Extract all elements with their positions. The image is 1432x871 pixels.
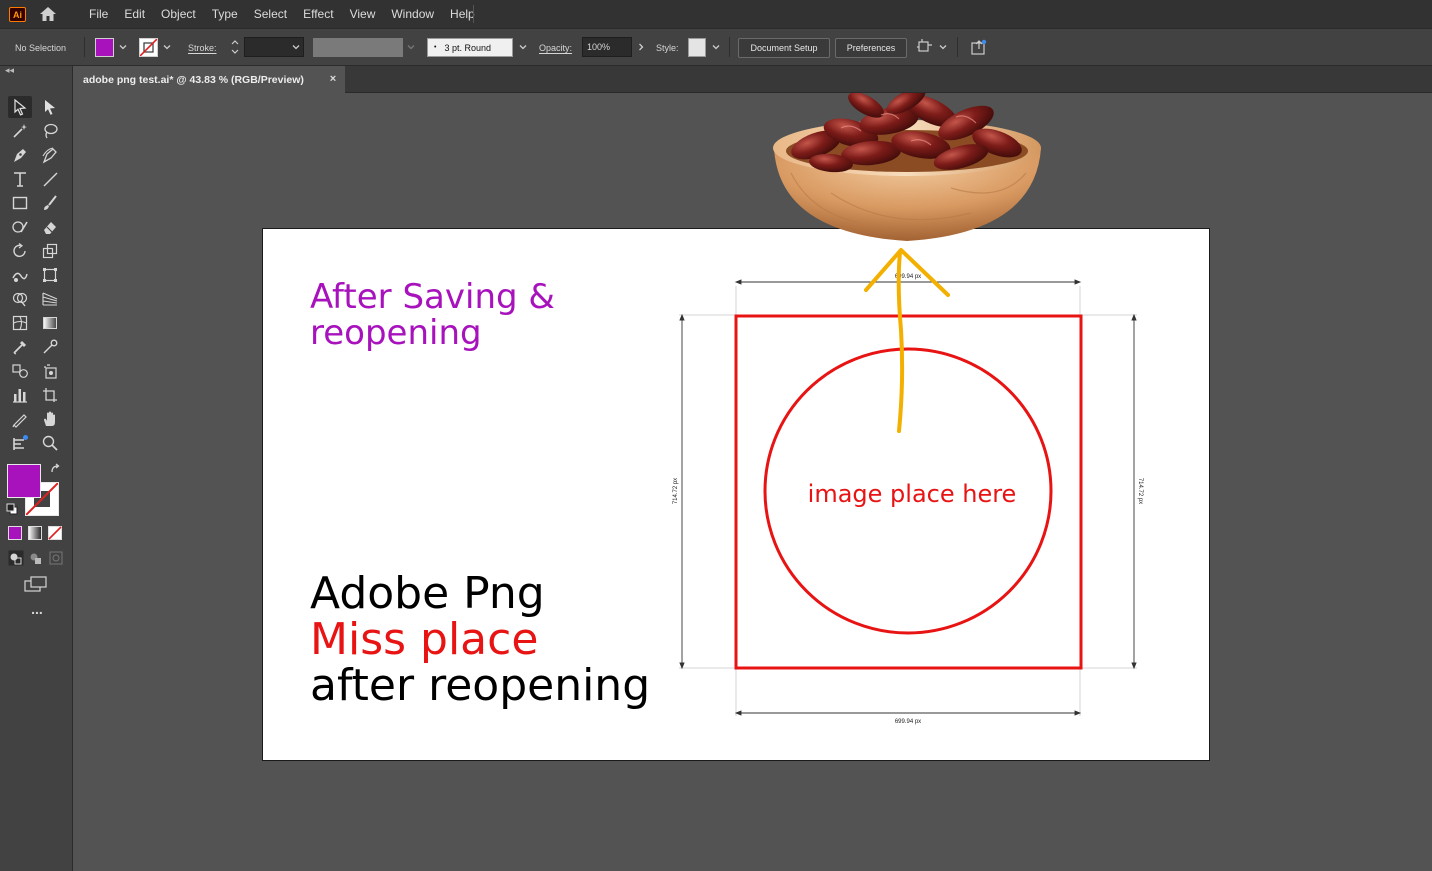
artboard[interactable]: After Saving & reopening Adobe Png Miss … [262,228,1210,761]
arrange-chevron-down-icon[interactable] [937,41,949,53]
brush-dot-icon: • [434,44,437,51]
menu-type[interactable]: Type [204,7,246,21]
paintbrush-tool-icon[interactable] [38,192,62,214]
close-icon[interactable]: × [327,73,339,85]
menu-file[interactable]: File [81,7,116,21]
toggle-screen-mode-icon[interactable] [8,432,32,454]
perspective-grid-tool-icon[interactable] [38,288,62,310]
divider [729,37,730,57]
profile-chevron-down-icon[interactable] [405,41,417,53]
divider [84,37,85,57]
preferences-button[interactable]: Preferences [835,38,907,58]
shaper-tool-icon[interactable] [8,216,32,238]
shape-builder-tool-icon[interactable] [8,288,32,310]
menu-window[interactable]: Window [383,7,442,21]
illustrator-logo: Ai [9,7,26,22]
share-export-icon[interactable] [970,38,988,56]
stroke-chevron-down-icon[interactable] [161,41,173,53]
document-tab-bar: adobe png test.ai* @ 43.83 % (RGB/Previe… [73,66,1432,93]
draw-inside-icon[interactable] [48,550,64,566]
subtitle-text[interactable]: After Saving & reopening [310,279,555,351]
opacity-input[interactable]: 100% [582,37,632,57]
hand-tool-icon[interactable] [38,408,62,430]
direct-selection-tool-icon[interactable] [38,96,62,118]
color-mode-icon[interactable] [8,526,22,540]
divider [957,37,958,57]
menu-list: File Edit Object Type Select Effect View… [81,0,483,28]
tools-panel: ◂◂ ... [0,66,73,871]
line-segment-tool-icon[interactable] [38,168,62,190]
gradient-mode-icon[interactable] [28,526,42,540]
menu-divider [473,5,474,23]
menu-view[interactable]: View [342,7,384,21]
fill-swatch[interactable] [95,38,114,57]
menu-help[interactable]: Help [442,7,483,21]
symbol-sprayer-tool-icon[interactable] [38,360,62,382]
fill-chevron-down-icon[interactable] [117,41,129,53]
slice-tool-icon[interactable] [8,408,32,430]
menu-object[interactable]: Object [153,7,204,21]
document-tab-title: adobe png test.ai* @ 43.83 % (RGB/Previe… [83,73,304,86]
draw-behind-icon[interactable] [28,550,44,566]
menu-bar: Ai File Edit Object Type Select Effect V… [0,0,1432,28]
stroke-stepper-icon[interactable] [229,37,241,57]
eyedropper-alt-icon[interactable] [38,336,62,358]
arrange-documents-icon[interactable] [916,38,934,56]
scale-tool-icon[interactable] [38,240,62,262]
stroke-label: Stroke: [188,43,217,53]
change-screen-mode-icon[interactable] [24,576,48,592]
rectangle-tool-icon[interactable] [8,192,32,214]
rotate-tool-icon[interactable] [8,240,32,262]
draw-normal-icon[interactable] [8,550,24,566]
opacity-chevron-right-icon[interactable] [635,41,647,53]
zoom-tool-icon[interactable] [38,432,62,454]
stroke-weight-chevron-down-icon[interactable] [290,41,302,53]
pen-tool-icon[interactable] [8,144,32,166]
dates-bowl-image[interactable] [771,93,1043,243]
default-fill-stroke-icon[interactable] [6,503,18,515]
selection-tool-icon[interactable] [8,96,32,118]
swap-fill-stroke-icon[interactable] [49,462,63,476]
lasso-tool-icon[interactable] [38,120,62,142]
warp-tool-icon[interactable] [8,264,32,286]
title-line-1[interactable]: Adobe Png [310,571,545,617]
column-graph-tool-icon[interactable] [8,384,32,406]
brush-chevron-down-icon[interactable] [517,41,529,53]
subtitle-line-1: After Saving & [310,277,555,317]
fill-color-swatch[interactable] [7,464,41,498]
document-tab[interactable]: adobe png test.ai* @ 43.83 % (RGB/Previe… [73,66,345,93]
selection-status: No Selection [15,43,67,53]
magic-wand-tool-icon[interactable] [8,120,32,142]
eyedropper-tool-icon[interactable] [8,336,32,358]
title-line-2[interactable]: Miss place [310,617,538,663]
graphic-style-swatch[interactable] [688,38,706,57]
curvature-tool-icon[interactable] [38,144,62,166]
brush-definition-value: 3 pt. Round [444,42,491,53]
control-bar: No Selection Stroke: • 3 pt. Round Opaci… [0,28,1432,66]
brush-definition-field[interactable]: • 3 pt. Round [427,38,513,57]
edit-toolbar-icon[interactable]: ... [25,602,49,618]
variable-width-profile[interactable] [313,38,403,57]
none-mode-icon[interactable] [48,526,62,540]
document-setup-button[interactable]: Document Setup [738,38,830,58]
mesh-tool-icon[interactable] [8,312,32,334]
home-icon[interactable] [38,5,58,23]
free-transform-tool-icon[interactable] [38,264,62,286]
style-label: Style: [656,43,679,53]
gradient-tool-icon[interactable] [38,312,62,334]
collapse-panel-icon[interactable]: ◂◂ [5,66,19,76]
menu-effect[interactable]: Effect [295,7,341,21]
subtitle-line-2: reopening [310,313,482,353]
opacity-value: 100% [587,42,611,52]
menu-select[interactable]: Select [246,7,295,21]
menu-edit[interactable]: Edit [116,7,153,21]
eraser-tool-icon[interactable] [38,216,62,238]
stroke-swatch[interactable] [139,38,158,57]
type-tool-icon[interactable] [8,168,32,190]
style-chevron-down-icon[interactable] [710,41,722,53]
opacity-label[interactable]: Opacity: [539,43,572,53]
artboard-tool-icon[interactable] [38,384,62,406]
title-line-3[interactable]: after reopening [310,663,650,709]
blend-tool-icon[interactable] [8,360,32,382]
